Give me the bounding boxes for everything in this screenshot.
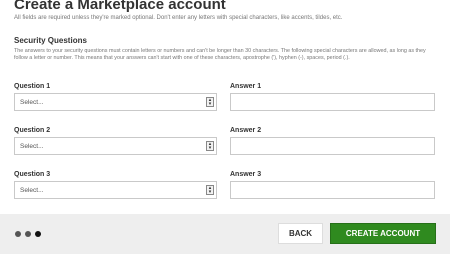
intro-text: All fields are required unless they're m… bbox=[14, 15, 343, 21]
question-3-select[interactable]: Select... ▴ ▾ bbox=[14, 181, 217, 199]
select-value: Select... bbox=[20, 186, 44, 194]
question-2-label: Question 2 bbox=[14, 127, 51, 134]
select-arrows-icon: ▴ ▾ bbox=[206, 185, 214, 195]
question-2-select[interactable]: Select... ▴ ▾ bbox=[14, 137, 217, 155]
answer-1-label: Answer 1 bbox=[230, 83, 262, 90]
question-3-label: Question 3 bbox=[14, 171, 51, 178]
select-arrows-icon: ▴ ▾ bbox=[206, 97, 214, 107]
question-1-label: Question 1 bbox=[14, 83, 51, 90]
footer-bar: BACK CREATE ACCOUNT bbox=[0, 214, 450, 254]
question-row-2: Question 2 Select... ▴ ▾ Answer 2 bbox=[0, 127, 450, 177]
answer-3-label: Answer 3 bbox=[230, 171, 262, 178]
section-title: Security Questions bbox=[14, 36, 87, 45]
question-1-select[interactable]: Select... ▴ ▾ bbox=[14, 93, 217, 111]
section-description: The answers to your security questions m… bbox=[14, 48, 426, 61]
answer-2-input[interactable] bbox=[230, 137, 435, 155]
question-row-1: Question 1 Select... ▴ ▾ Answer 1 bbox=[0, 83, 450, 133]
progress-dot-1 bbox=[15, 231, 21, 237]
page-title: Create a Marketplace account bbox=[14, 0, 226, 13]
answer-1-input[interactable] bbox=[230, 93, 435, 111]
answer-3-input[interactable] bbox=[230, 181, 435, 199]
progress-dot-3 bbox=[35, 231, 41, 237]
create-account-button[interactable]: CREATE ACCOUNT bbox=[330, 223, 436, 244]
progress-dot-2 bbox=[25, 231, 31, 237]
answer-2-label: Answer 2 bbox=[230, 127, 262, 134]
select-value: Select... bbox=[20, 142, 44, 150]
progress-dots bbox=[15, 231, 41, 237]
select-arrows-icon: ▴ ▾ bbox=[206, 141, 214, 151]
back-button[interactable]: BACK bbox=[278, 223, 323, 244]
select-value: Select... bbox=[20, 98, 44, 106]
